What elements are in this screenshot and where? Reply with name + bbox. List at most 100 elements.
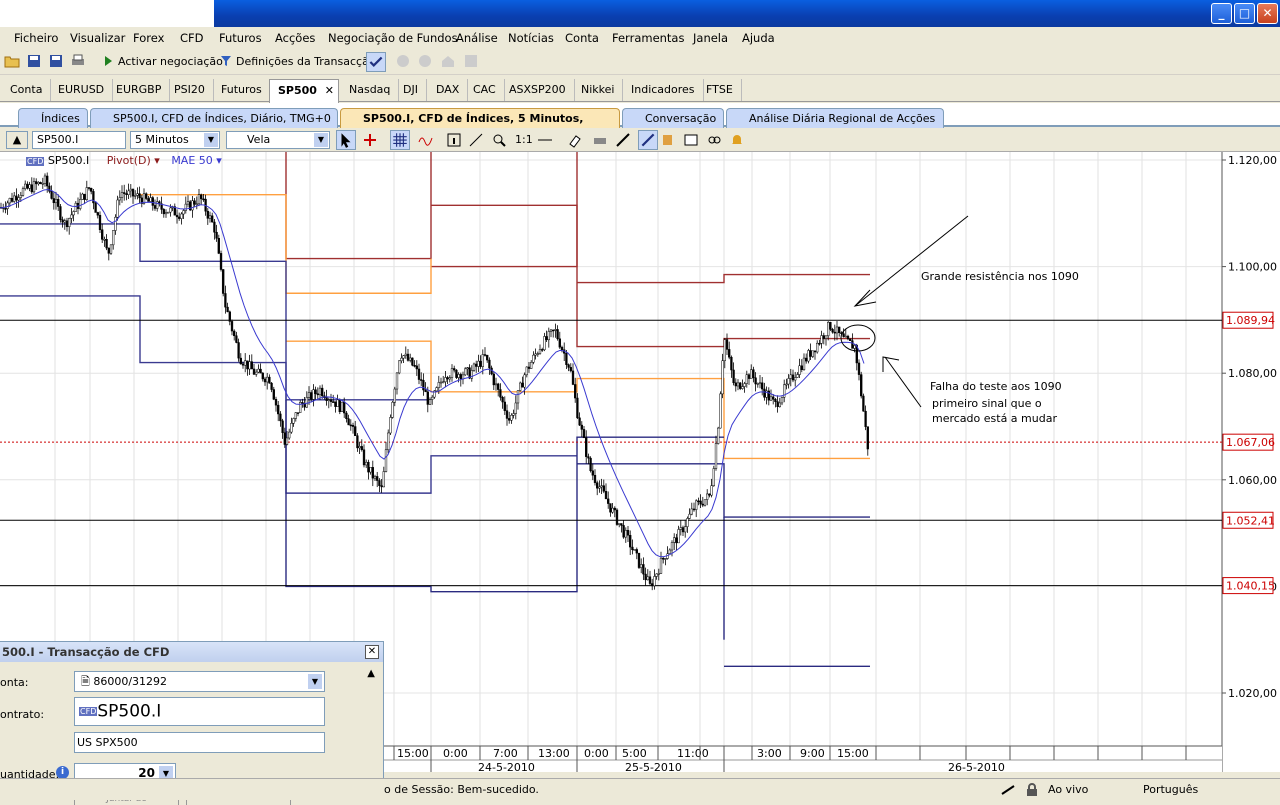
- candle-body: [175, 214, 179, 218]
- crosshair-icon[interactable]: [362, 132, 378, 148]
- chart-style-select[interactable]: Vela ▼: [226, 131, 330, 149]
- contract-field[interactable]: CFDSP500.I: [74, 697, 325, 726]
- symbol-input[interactable]: SP500.I: [32, 131, 126, 149]
- tab-eurusd[interactable]: EURUSD: [50, 79, 114, 101]
- interval-select[interactable]: 5 Minutos ▼: [130, 131, 220, 149]
- open-folder-icon[interactable]: [4, 53, 20, 69]
- legend-mae[interactable]: MAE 50: [171, 154, 212, 167]
- grid-icon[interactable]: [390, 130, 410, 150]
- print-chart-icon[interactable]: [592, 132, 608, 148]
- save-icon[interactable]: [26, 53, 42, 69]
- menu-forex[interactable]: Forex: [133, 31, 164, 45]
- add-line-icon[interactable]: [468, 132, 484, 148]
- candle-body: [125, 193, 128, 195]
- candle-body: [692, 508, 696, 511]
- back-icon[interactable]: [395, 53, 411, 69]
- maximize-button[interactable]: □: [1234, 3, 1255, 24]
- doctab-sp500-5min[interactable]: SP500.I, CFD de Índices, 5 Minutos, TMG+…: [340, 108, 620, 145]
- home-icon[interactable]: [440, 53, 456, 69]
- candle-body: [153, 205, 157, 209]
- candle-body: [648, 576, 652, 584]
- minimize-button[interactable]: _: [1211, 3, 1232, 24]
- close-tab-icon[interactable]: ✕: [325, 80, 334, 102]
- candle-body: [358, 446, 361, 449]
- menu-cfd[interactable]: CFD: [180, 31, 204, 45]
- doctab-sp500-daily[interactable]: SP500.I, CFD de Índices, Diário, TMG+0: [90, 108, 338, 129]
- close-button[interactable]: ✕: [1257, 3, 1278, 24]
- candle-body: [169, 207, 172, 213]
- document-icon: 🗎: [81, 675, 90, 688]
- info-icon[interactable]: [446, 132, 462, 148]
- candle-body: [499, 389, 502, 398]
- menu-accoes[interactable]: Acções: [275, 31, 315, 45]
- ratio-button[interactable]: 1:1: [515, 133, 533, 146]
- candle-body: [505, 410, 509, 419]
- forward-icon[interactable]: [417, 53, 433, 69]
- doctab-sp500-daily-label: SP500.I, CFD de Índices, Diário, TMG+0: [113, 112, 331, 125]
- tab-psi20[interactable]: PSI20: [166, 79, 214, 101]
- candle-body: [494, 383, 498, 386]
- tab-asxsp200[interactable]: ASXSP200: [501, 79, 575, 101]
- link-icon[interactable]: [706, 132, 722, 148]
- account-select[interactable]: 🗎 86000/31292 ▼: [74, 671, 325, 692]
- dialog-close-icon[interactable]: ✕: [365, 645, 379, 659]
- transaction-settings-button[interactable]: Definições da Transacção: [236, 55, 376, 68]
- menu-ferramentas[interactable]: Ferramentas: [612, 31, 684, 45]
- play-icon[interactable]: [100, 53, 116, 69]
- refresh-icon[interactable]: [463, 53, 479, 69]
- tab-dji[interactable]: DJI: [395, 79, 427, 101]
- lock-icon: [1027, 783, 1037, 796]
- menu-futuros[interactable]: Futuros: [219, 31, 262, 45]
- candle-body: [294, 412, 297, 419]
- template-icon[interactable]: [683, 132, 699, 148]
- tab-futuros[interactable]: Futuros: [213, 79, 271, 101]
- doctab-indices[interactable]: Índices: [18, 108, 88, 129]
- activate-trading-button[interactable]: Activar negociação: [118, 55, 223, 68]
- tab-dax[interactable]: DAX: [428, 79, 469, 101]
- drawing-tool-icon[interactable]: [638, 130, 658, 150]
- menu-ficheiro[interactable]: Ficheiro: [14, 31, 58, 45]
- indicator-icon[interactable]: [418, 132, 434, 148]
- chart-style-value: Vela: [247, 133, 271, 146]
- save-all-icon[interactable]: [48, 53, 64, 69]
- menu-janela[interactable]: Janela: [693, 31, 728, 45]
- eraser-icon[interactable]: [567, 132, 583, 148]
- menu-noticias[interactable]: Notícias: [508, 31, 554, 45]
- copy-icon[interactable]: [660, 132, 676, 148]
- print-icon[interactable]: [70, 53, 86, 69]
- menu-visualizar[interactable]: Visualizar: [70, 31, 125, 45]
- tab-sp500[interactable]: SP500 ✕: [269, 79, 339, 103]
- zoom-icon[interactable]: [491, 132, 507, 148]
- candle-body: [646, 576, 649, 581]
- resize-icon[interactable]: [615, 132, 631, 148]
- legend-pivot[interactable]: Pivot(D): [107, 154, 151, 167]
- tab-nikkei[interactable]: Nikkei: [573, 79, 624, 101]
- tab-nasdaq[interactable]: Nasdaq: [341, 79, 400, 101]
- pointer-icon[interactable]: [336, 130, 356, 150]
- doctab-analise[interactable]: Análise Diária Regional de Acções: [726, 108, 944, 129]
- checkmark-icon[interactable]: [366, 52, 386, 72]
- tab-cac[interactable]: CAC: [465, 79, 505, 101]
- candle-body: [296, 412, 300, 414]
- collapse-arrow-icon[interactable]: ▲: [6, 131, 28, 149]
- tab-conta[interactable]: Conta: [2, 79, 52, 101]
- candle-body: [519, 382, 522, 391]
- line-style-icon[interactable]: [537, 132, 553, 148]
- candle-body: [681, 527, 685, 533]
- candle-body: [244, 360, 247, 366]
- doctab-conversacao[interactable]: Conversação: [622, 108, 724, 129]
- annotation-text: primeiro sinal que o: [932, 397, 1042, 410]
- menu-conta[interactable]: Conta: [565, 31, 599, 45]
- filter-icon[interactable]: [218, 53, 234, 69]
- candle-body: [477, 360, 480, 367]
- tab-ftse[interactable]: FTSE: [698, 79, 742, 101]
- menu-analise[interactable]: Análise: [456, 31, 498, 45]
- collapse-icon[interactable]: ▲: [367, 668, 375, 679]
- alert-bell-icon[interactable]: [729, 132, 745, 148]
- candle-body: [147, 198, 150, 202]
- menu-ajuda[interactable]: Ajuda: [742, 31, 775, 45]
- tab-eurgbp[interactable]: EURGBP: [108, 79, 171, 101]
- menu-fundos[interactable]: Negociação de Fundos: [328, 31, 458, 45]
- tab-indicadores[interactable]: Indicadores: [623, 79, 704, 101]
- legend-symbol[interactable]: SP500.I: [48, 154, 89, 167]
